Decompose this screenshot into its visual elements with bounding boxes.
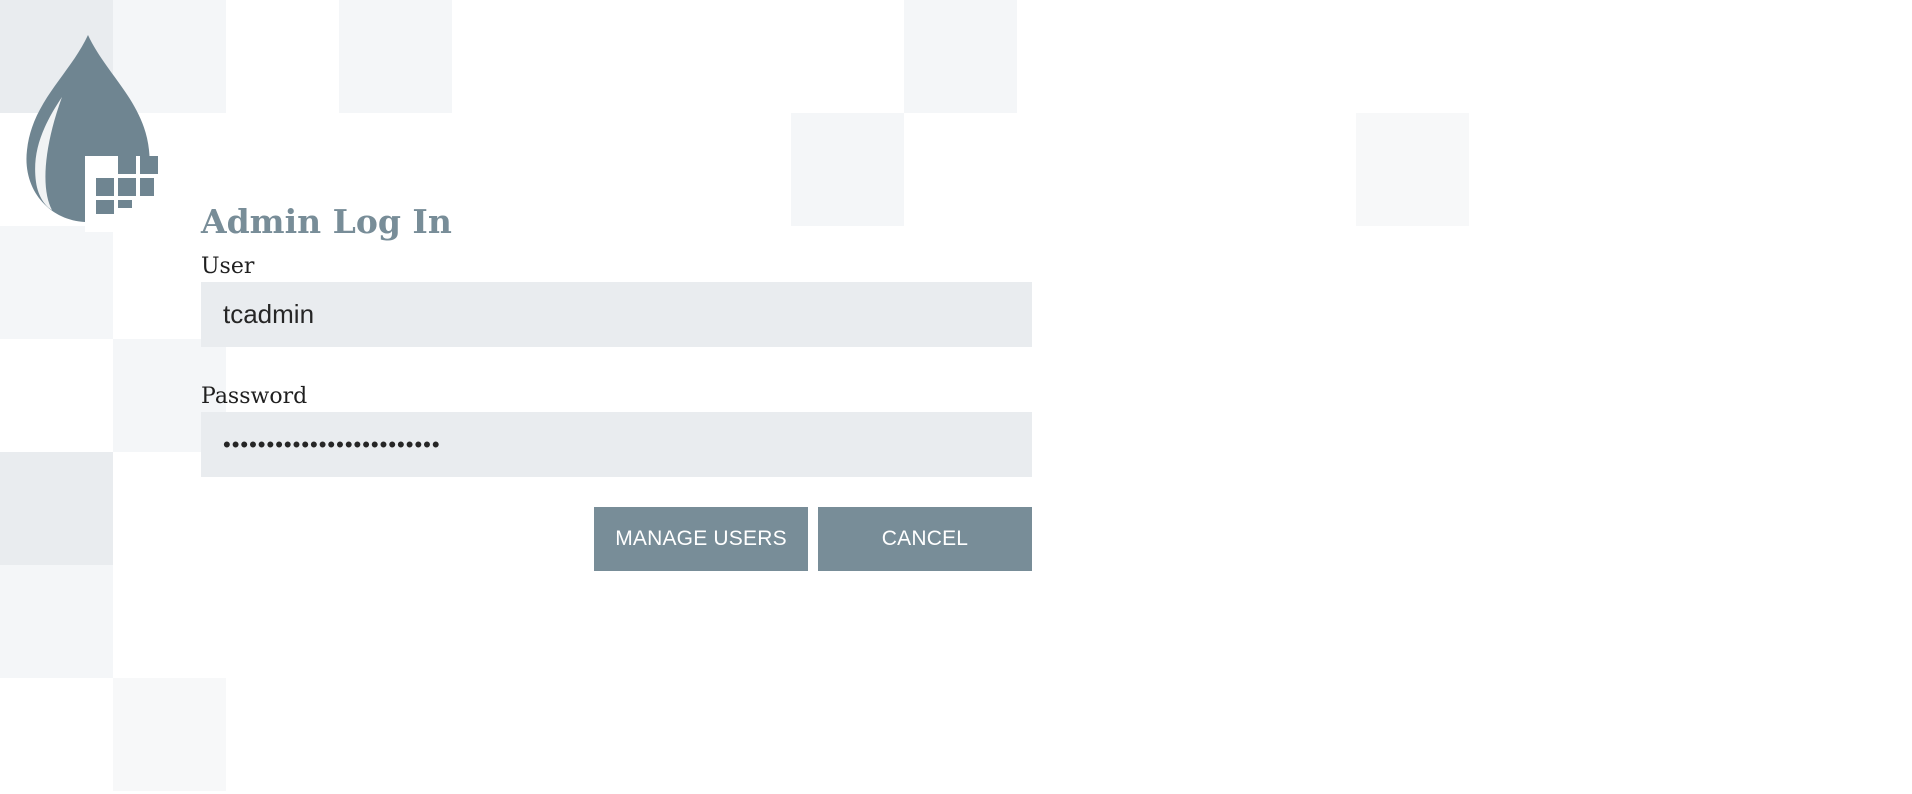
action-buttons: MANAGE USERS CANCEL — [201, 507, 1032, 571]
page-title: Admin Log In — [201, 202, 452, 241]
password-label: Password — [201, 384, 308, 409]
background-tile — [0, 565, 113, 678]
admin-login-form: Admin Log In User Password MANAGE USERS … — [201, 196, 1032, 571]
background-tile — [0, 452, 113, 565]
password-input[interactable] — [201, 412, 1032, 477]
cancel-button[interactable]: CANCEL — [818, 507, 1032, 571]
background-tile — [0, 226, 113, 339]
user-label: User — [201, 254, 255, 279]
user-input[interactable] — [201, 282, 1032, 347]
background-tile — [1356, 113, 1469, 226]
logo-icon — [26, 35, 162, 232]
background-tile — [339, 0, 452, 113]
background-tile — [904, 0, 1017, 113]
background-tile — [113, 678, 226, 791]
manage-users-button[interactable]: MANAGE USERS — [594, 507, 808, 571]
